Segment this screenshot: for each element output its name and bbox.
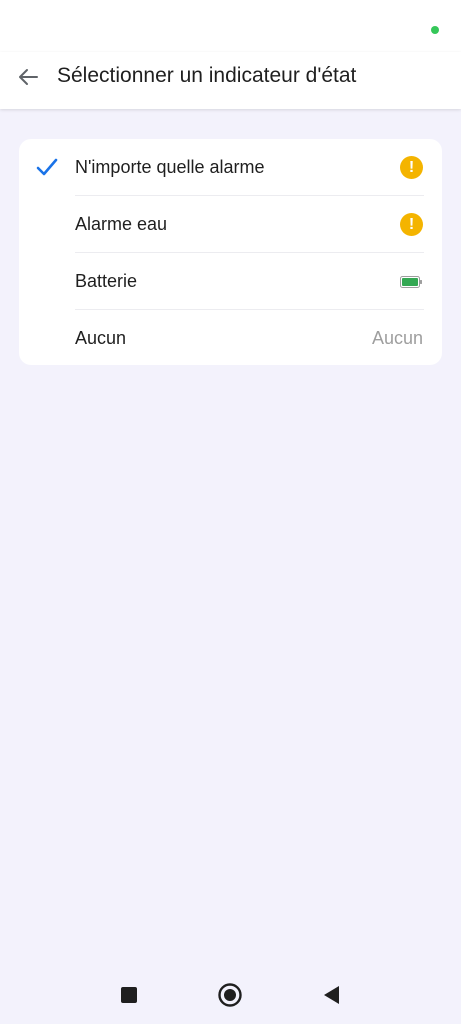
option-label: Batterie bbox=[75, 271, 138, 291]
system-navigation-bar bbox=[0, 966, 461, 1024]
checkmark-icon bbox=[36, 158, 58, 176]
page-title: Sélectionner un indicateur d'état bbox=[57, 64, 357, 87]
alert-icon: ! bbox=[400, 156, 423, 179]
circle-icon bbox=[218, 983, 242, 1007]
arrow-left-icon bbox=[19, 69, 38, 85]
status-indicator-dot bbox=[431, 26, 439, 34]
square-icon bbox=[121, 987, 137, 1003]
status-bar bbox=[0, 0, 461, 52]
option-battery[interactable]: Batterie bbox=[19, 253, 442, 310]
triangle-back-icon bbox=[324, 986, 339, 1004]
alert-icon: ! bbox=[400, 213, 423, 236]
status-indicator-list: N'importe quelle alarme ! Alarme eau ! B… bbox=[19, 139, 442, 365]
back-button[interactable] bbox=[10, 62, 46, 92]
option-value-text: Aucun bbox=[371, 328, 423, 348]
option-none[interactable]: Aucun Aucun bbox=[19, 310, 442, 365]
nav-back-button[interactable] bbox=[318, 982, 344, 1008]
home-button[interactable] bbox=[217, 982, 243, 1008]
option-water-alarm[interactable]: Alarme eau ! bbox=[19, 196, 442, 253]
option-label: N'importe quelle alarme bbox=[75, 157, 265, 177]
battery-icon bbox=[400, 276, 422, 288]
option-any-alarm[interactable]: N'importe quelle alarme ! bbox=[19, 139, 442, 196]
app-bar: Sélectionner un indicateur d'état bbox=[0, 52, 461, 109]
option-label: Aucun bbox=[75, 328, 127, 348]
recents-button[interactable] bbox=[116, 982, 142, 1008]
option-label: Alarme eau bbox=[75, 214, 168, 234]
